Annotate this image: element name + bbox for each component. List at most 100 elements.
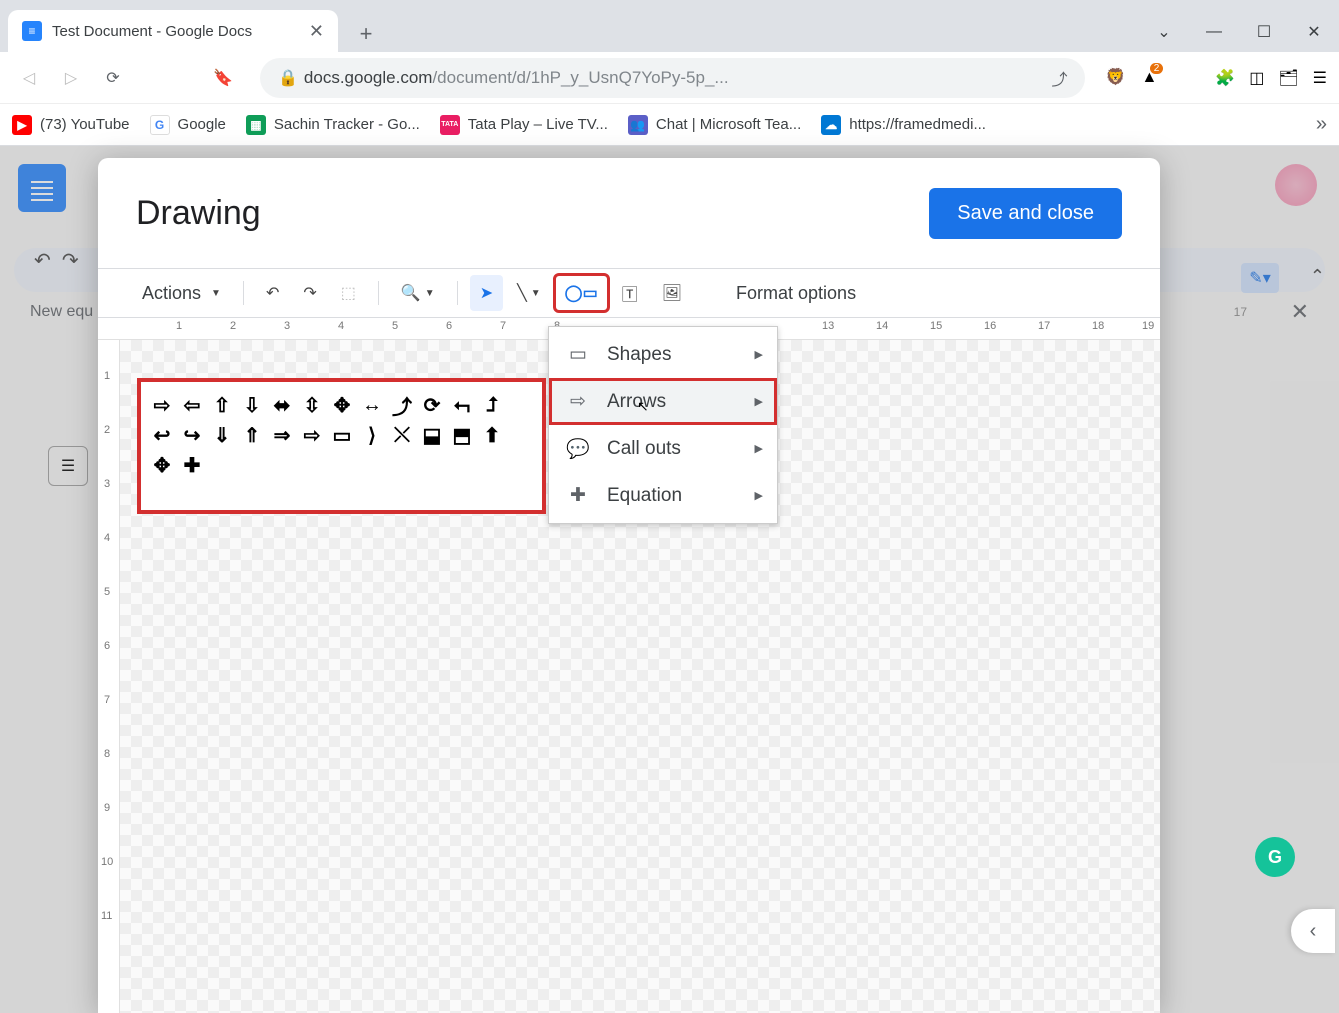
arrow-shape-13[interactable]: ↪ bbox=[179, 422, 205, 448]
arrow-shape-12[interactable]: ↩ bbox=[149, 422, 175, 448]
cloud-icon: ☁ bbox=[821, 115, 841, 135]
sidepanel-icon[interactable]: ◫ bbox=[1249, 68, 1264, 88]
nav-forward-button[interactable]: ▷ bbox=[54, 61, 88, 95]
arrow-shape-14[interactable]: ⇓ bbox=[209, 422, 235, 448]
bookmark-tata[interactable]: TATA Tata Play – Live TV... bbox=[440, 115, 608, 135]
url-text: docs.google.com/document/d/1hP_y_UsnQ7Yo… bbox=[304, 68, 729, 88]
drawing-dialog: Drawing Save and close Actions▼ ↶ ↷ ⬚ 🔍▼… bbox=[98, 158, 1160, 1013]
paint-format-button[interactable]: ⬚ bbox=[331, 275, 366, 311]
cursor-icon: ➤ bbox=[480, 283, 493, 303]
arrow-shape-11[interactable]: ⮥ bbox=[479, 392, 505, 418]
arrow-shape-23[interactable]: ⬆ bbox=[479, 422, 505, 448]
bookmarks-overflow-button[interactable]: » bbox=[1316, 113, 1327, 136]
bookmarks-bar: ▶ (73) YouTube G Google ▦ Sachin Tracker… bbox=[0, 104, 1339, 146]
menu-item-callouts[interactable]: 💬 Call outs ▶ bbox=[549, 425, 777, 472]
window-minimize-button[interactable]: — bbox=[1189, 12, 1239, 52]
youtube-icon: ▶ bbox=[12, 115, 32, 135]
extensions-icon[interactable]: 🧩 bbox=[1215, 68, 1235, 88]
lock-icon: 🔒 bbox=[278, 68, 298, 88]
bookmark-sheets[interactable]: ▦ Sachin Tracker - Go... bbox=[246, 115, 420, 135]
arrow-shape-24[interactable]: ✥ bbox=[149, 452, 175, 478]
shape-tool-button[interactable]: ◯▭ bbox=[555, 275, 608, 311]
bookmark-youtube[interactable]: ▶ (73) YouTube bbox=[12, 115, 130, 135]
line-icon: ╲ bbox=[517, 283, 527, 303]
browser-tab-bar: ≡ Test Document - Google Docs ✕ + ⌄ — ☐ … bbox=[0, 0, 1339, 52]
nav-reload-button[interactable]: ⟳ bbox=[96, 61, 130, 95]
arrow-shape-9[interactable]: ⟳ bbox=[419, 392, 445, 418]
line-tool-button[interactable]: ╲▼ bbox=[507, 275, 551, 311]
arrow-shape-20[interactable]: ⤬ bbox=[389, 422, 415, 448]
arrow-shape-5[interactable]: ⇳ bbox=[299, 392, 325, 418]
arrow-shape-8[interactable]: ⤴ bbox=[389, 392, 415, 418]
side-panel-toggle[interactable]: ‹ bbox=[1291, 909, 1335, 953]
arrow-shape-16[interactable]: ⇒ bbox=[269, 422, 295, 448]
nav-back-button[interactable]: ◁ bbox=[12, 61, 46, 95]
browser-tab-active[interactable]: ≡ Test Document - Google Docs ✕ bbox=[8, 10, 338, 52]
arrows-shapes-panel: ⇨⇦⇧⇩⬌⇳✥↔⤴⟳⮢⮥↩↪⇓⇑⇒⇨▭⟩⤬⬓⬒⬆✥✚ bbox=[141, 382, 542, 510]
window-controls: ⌄ — ☐ ✕ bbox=[1139, 12, 1339, 52]
menu-item-shapes[interactable]: ▭ Shapes ▶ bbox=[549, 331, 777, 378]
drawing-toolbar: Actions▼ ↶ ↷ ⬚ 🔍▼ ➤ ╲▼ ◯▭ 🅃 🖼 Format opt… bbox=[98, 268, 1160, 318]
undo-icon: ↶ bbox=[266, 283, 279, 303]
submenu-arrow-icon: ▶ bbox=[755, 348, 763, 361]
browser-nav-bar: ◁ ▷ ⟳ 🔖 🔒 docs.google.com/document/d/1hP… bbox=[0, 52, 1339, 104]
mouse-cursor-icon: ↖ bbox=[637, 398, 649, 415]
shape-dropdown-menu: ▭ Shapes ▶ ⇨ Arrows ▶ ↖ 💬 Call outs ▶ ✚ … bbox=[548, 326, 778, 524]
menu-icon[interactable]: ☰ bbox=[1313, 68, 1327, 88]
arrow-shape-21[interactable]: ⬓ bbox=[419, 422, 445, 448]
zoom-icon: 🔍 bbox=[401, 283, 421, 303]
actions-menu[interactable]: Actions▼ bbox=[126, 275, 231, 311]
arrow-icon: ⇨ bbox=[567, 391, 589, 413]
arrow-shape-10[interactable]: ⮢ bbox=[449, 392, 475, 418]
google-icon: G bbox=[150, 115, 170, 135]
arrow-shape-25[interactable]: ✚ bbox=[179, 452, 205, 478]
format-options-button[interactable]: Format options bbox=[720, 275, 872, 311]
address-bar[interactable]: 🔒 docs.google.com/document/d/1hP_y_UsnQ7… bbox=[260, 58, 1085, 98]
teams-icon: 👥 bbox=[628, 115, 648, 135]
select-tool-button[interactable]: ➤ bbox=[470, 275, 503, 311]
grammarly-button[interactable]: G bbox=[1255, 837, 1295, 877]
share-icon[interactable]: ⤴ bbox=[1051, 66, 1067, 90]
arrow-shape-1[interactable]: ⇦ bbox=[179, 392, 205, 418]
textbox-tool-button[interactable]: 🅃 bbox=[612, 275, 648, 311]
tabsearch-icon[interactable]: ⌄ bbox=[1139, 12, 1189, 52]
dialog-title: Drawing bbox=[136, 194, 261, 233]
bookmark-google[interactable]: G Google bbox=[150, 115, 226, 135]
arrow-shape-4[interactable]: ⬌ bbox=[269, 392, 295, 418]
arrow-shape-15[interactable]: ⇑ bbox=[239, 422, 265, 448]
bookmark-onedrive[interactable]: ☁ https://framedmedi... bbox=[821, 115, 986, 135]
equation-icon: ✚ bbox=[567, 485, 589, 507]
arrow-shape-17[interactable]: ⇨ bbox=[299, 422, 325, 448]
arrow-shape-3[interactable]: ⇩ bbox=[239, 392, 265, 418]
bookmark-teams[interactable]: 👥 Chat | Microsoft Tea... bbox=[628, 115, 801, 135]
tab-close-icon[interactable]: ✕ bbox=[309, 21, 324, 42]
redo-icon: ↷ bbox=[303, 283, 316, 303]
arrow-shape-6[interactable]: ✥ bbox=[329, 392, 355, 418]
arrow-shape-0[interactable]: ⇨ bbox=[149, 392, 175, 418]
callout-icon: 💬 bbox=[567, 438, 589, 460]
window-close-button[interactable]: ✕ bbox=[1289, 12, 1339, 52]
menu-item-arrows[interactable]: ⇨ Arrows ▶ ↖ bbox=[549, 378, 777, 425]
wallet-icon[interactable]: 🗂 bbox=[1278, 68, 1298, 88]
undo-button[interactable]: ↶ bbox=[256, 275, 289, 311]
brave-rewards-icon[interactable]: ▲ bbox=[1141, 69, 1157, 87]
menu-item-equation[interactable]: ✚ Equation ▶ bbox=[549, 472, 777, 519]
tata-icon: TATA bbox=[440, 115, 460, 135]
docs-favicon: ≡ bbox=[22, 21, 42, 41]
save-and-close-button[interactable]: Save and close bbox=[929, 188, 1122, 239]
new-tab-button[interactable]: + bbox=[348, 16, 384, 52]
arrow-shape-2[interactable]: ⇧ bbox=[209, 392, 235, 418]
submenu-arrow-icon: ▶ bbox=[755, 442, 763, 455]
submenu-arrow-icon: ▶ bbox=[755, 395, 763, 408]
arrow-shape-19[interactable]: ⟩ bbox=[359, 422, 385, 448]
image-tool-button[interactable]: 🖼 bbox=[652, 275, 692, 311]
brave-shields-icon[interactable]: 🦁 bbox=[1105, 67, 1127, 89]
arrow-shape-18[interactable]: ▭ bbox=[329, 422, 355, 448]
arrow-shape-22[interactable]: ⬒ bbox=[449, 422, 475, 448]
redo-button[interactable]: ↷ bbox=[293, 275, 326, 311]
arrow-shape-7[interactable]: ↔ bbox=[359, 392, 385, 418]
bookmark-icon[interactable]: 🔖 bbox=[206, 61, 240, 95]
zoom-button[interactable]: 🔍▼ bbox=[391, 275, 445, 311]
window-maximize-button[interactable]: ☐ bbox=[1239, 12, 1289, 52]
image-icon: 🖼 bbox=[662, 283, 682, 303]
